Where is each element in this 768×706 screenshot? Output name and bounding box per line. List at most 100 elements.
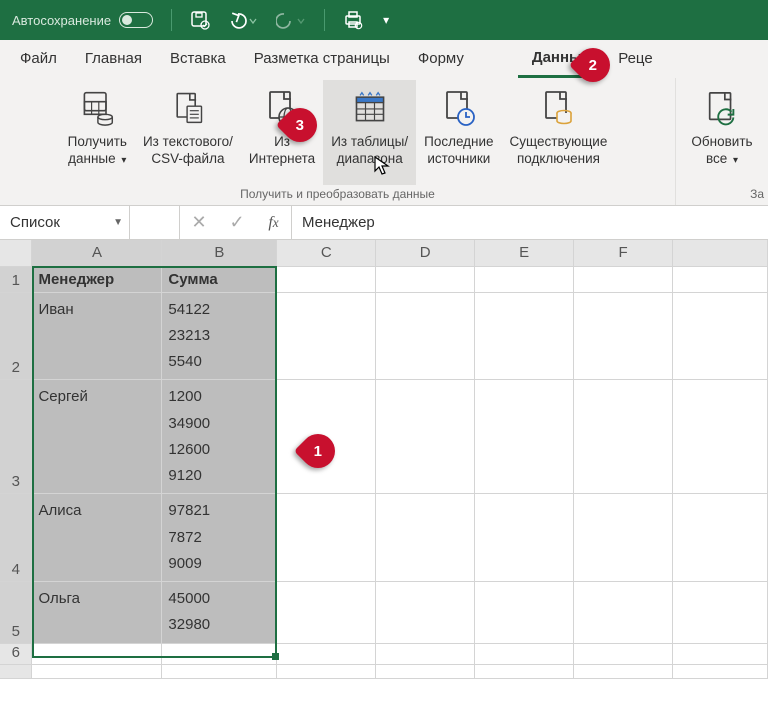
- ribbon-body: Получить данные ▾ Из текстового/ CSV-фай…: [0, 78, 768, 206]
- spreadsheet-grid[interactable]: A B C D E F 1 Менеджер Сумма 2 Иван 5412…: [0, 240, 768, 679]
- cell[interactable]: [672, 494, 767, 582]
- row-header[interactable]: 1: [0, 266, 32, 292]
- tab-insert[interactable]: Вставка: [156, 40, 240, 78]
- cell[interactable]: [574, 664, 673, 678]
- autosave-toggle[interactable]: Автосохранение: [12, 12, 153, 28]
- chevron-down-icon[interactable]: ▼: [113, 217, 123, 228]
- group-label-queries: За: [676, 185, 768, 205]
- refresh-all-button[interactable]: Обновить все ▾: [683, 80, 760, 185]
- formula-value: Менеджер: [302, 214, 375, 231]
- cell[interactable]: [277, 582, 376, 644]
- fx-icon[interactable]: fx: [256, 206, 292, 239]
- cell[interactable]: [376, 582, 475, 644]
- cell-b5[interactable]: 45000 32980: [162, 582, 277, 644]
- cell-b4[interactable]: 97821 7872 9009: [162, 494, 277, 582]
- cell-a5[interactable]: Ольга: [32, 582, 162, 644]
- from-table-button[interactable]: Из таблицы/ диапазона: [323, 80, 416, 185]
- col-header-f[interactable]: F: [574, 240, 673, 266]
- cell[interactable]: [376, 292, 475, 380]
- select-all-corner[interactable]: [0, 240, 32, 266]
- formula-input[interactable]: Менеджер: [292, 206, 768, 239]
- redo-icon[interactable]: [276, 11, 306, 29]
- name-box[interactable]: Список ▼: [0, 206, 130, 239]
- save-icon[interactable]: [190, 10, 210, 30]
- cell[interactable]: [574, 292, 673, 380]
- cell[interactable]: [672, 664, 767, 678]
- divider: [324, 9, 325, 31]
- cell[interactable]: [672, 292, 767, 380]
- refresh-all-label: Обновить все: [691, 134, 752, 166]
- cell[interactable]: [672, 582, 767, 644]
- cell[interactable]: [162, 643, 277, 664]
- cell[interactable]: [32, 643, 162, 664]
- cell[interactable]: [376, 266, 475, 292]
- title-bar: Автосохранение ▾: [0, 0, 768, 40]
- cell[interactable]: [376, 380, 475, 494]
- cell[interactable]: [672, 266, 767, 292]
- col-header-d[interactable]: D: [376, 240, 475, 266]
- cell[interactable]: [32, 664, 162, 678]
- refresh-icon: [704, 84, 740, 132]
- cell[interactable]: [475, 380, 574, 494]
- cell[interactable]: [277, 266, 376, 292]
- col-header-a[interactable]: A: [32, 240, 162, 266]
- cell[interactable]: [574, 494, 673, 582]
- qat-more-icon[interactable]: ▾: [383, 14, 389, 26]
- cell-a2[interactable]: Иван: [32, 292, 162, 380]
- cell-a4[interactable]: Алиса: [32, 494, 162, 582]
- cancel-icon[interactable]: ✕: [180, 206, 218, 239]
- cell[interactable]: [277, 664, 376, 678]
- cell[interactable]: [376, 643, 475, 664]
- cell[interactable]: [574, 582, 673, 644]
- row-header[interactable]: 4: [0, 494, 32, 582]
- get-data-button[interactable]: Получить данные ▾: [60, 80, 135, 185]
- col-header-g[interactable]: [672, 240, 767, 266]
- cell[interactable]: [376, 664, 475, 678]
- col-header-b[interactable]: B: [162, 240, 277, 266]
- row-header[interactable]: 6: [0, 643, 32, 664]
- cell[interactable]: [475, 494, 574, 582]
- row-header[interactable]: [0, 664, 32, 678]
- cell[interactable]: [277, 292, 376, 380]
- cell[interactable]: [475, 664, 574, 678]
- cell[interactable]: [162, 664, 277, 678]
- tab-page-layout[interactable]: Разметка страницы: [240, 40, 404, 78]
- toggle-switch[interactable]: [119, 12, 153, 28]
- from-csv-button[interactable]: Из текстового/ CSV-файла: [135, 80, 241, 185]
- tab-home[interactable]: Главная: [71, 40, 156, 78]
- cell[interactable]: [277, 494, 376, 582]
- cell-a1[interactable]: Менеджер: [32, 266, 162, 292]
- print-icon[interactable]: [343, 10, 365, 30]
- cell[interactable]: [475, 582, 574, 644]
- cell[interactable]: [672, 380, 767, 494]
- row-header[interactable]: 3: [0, 380, 32, 494]
- cell[interactable]: [574, 380, 673, 494]
- cell[interactable]: [376, 494, 475, 582]
- cell-b2[interactable]: 54122 23213 5540: [162, 292, 277, 380]
- get-data-label: Получить данные: [68, 134, 127, 166]
- cell-b3[interactable]: 1200 34900 12600 9120: [162, 380, 277, 494]
- tab-file[interactable]: Файл: [6, 40, 71, 78]
- recent-sources-button[interactable]: Последние источники: [416, 80, 501, 185]
- cell[interactable]: [277, 643, 376, 664]
- from-table-label: Из таблицы/ диапазона: [331, 134, 408, 168]
- cell[interactable]: [672, 643, 767, 664]
- undo-icon[interactable]: [228, 11, 258, 29]
- qat-icons: ▾: [171, 9, 389, 31]
- col-header-e[interactable]: E: [475, 240, 574, 266]
- ribbon-tabs: Файл Главная Вставка Разметка страницы Ф…: [0, 40, 768, 78]
- cell-a3[interactable]: Сергей: [32, 380, 162, 494]
- existing-connections-button[interactable]: Существующие подключения: [502, 80, 616, 185]
- cell[interactable]: [574, 643, 673, 664]
- confirm-icon[interactable]: ✓: [218, 206, 256, 239]
- cell[interactable]: [574, 266, 673, 292]
- col-header-c[interactable]: C: [277, 240, 376, 266]
- row-header[interactable]: 5: [0, 582, 32, 644]
- cell[interactable]: [475, 266, 574, 292]
- cell-b1[interactable]: Сумма: [162, 266, 277, 292]
- cell[interactable]: [475, 292, 574, 380]
- row-header[interactable]: 2: [0, 292, 32, 380]
- cell[interactable]: [475, 643, 574, 664]
- tab-formulas[interactable]: Форму: [404, 40, 478, 78]
- tab-review[interactable]: Реце: [604, 40, 666, 78]
